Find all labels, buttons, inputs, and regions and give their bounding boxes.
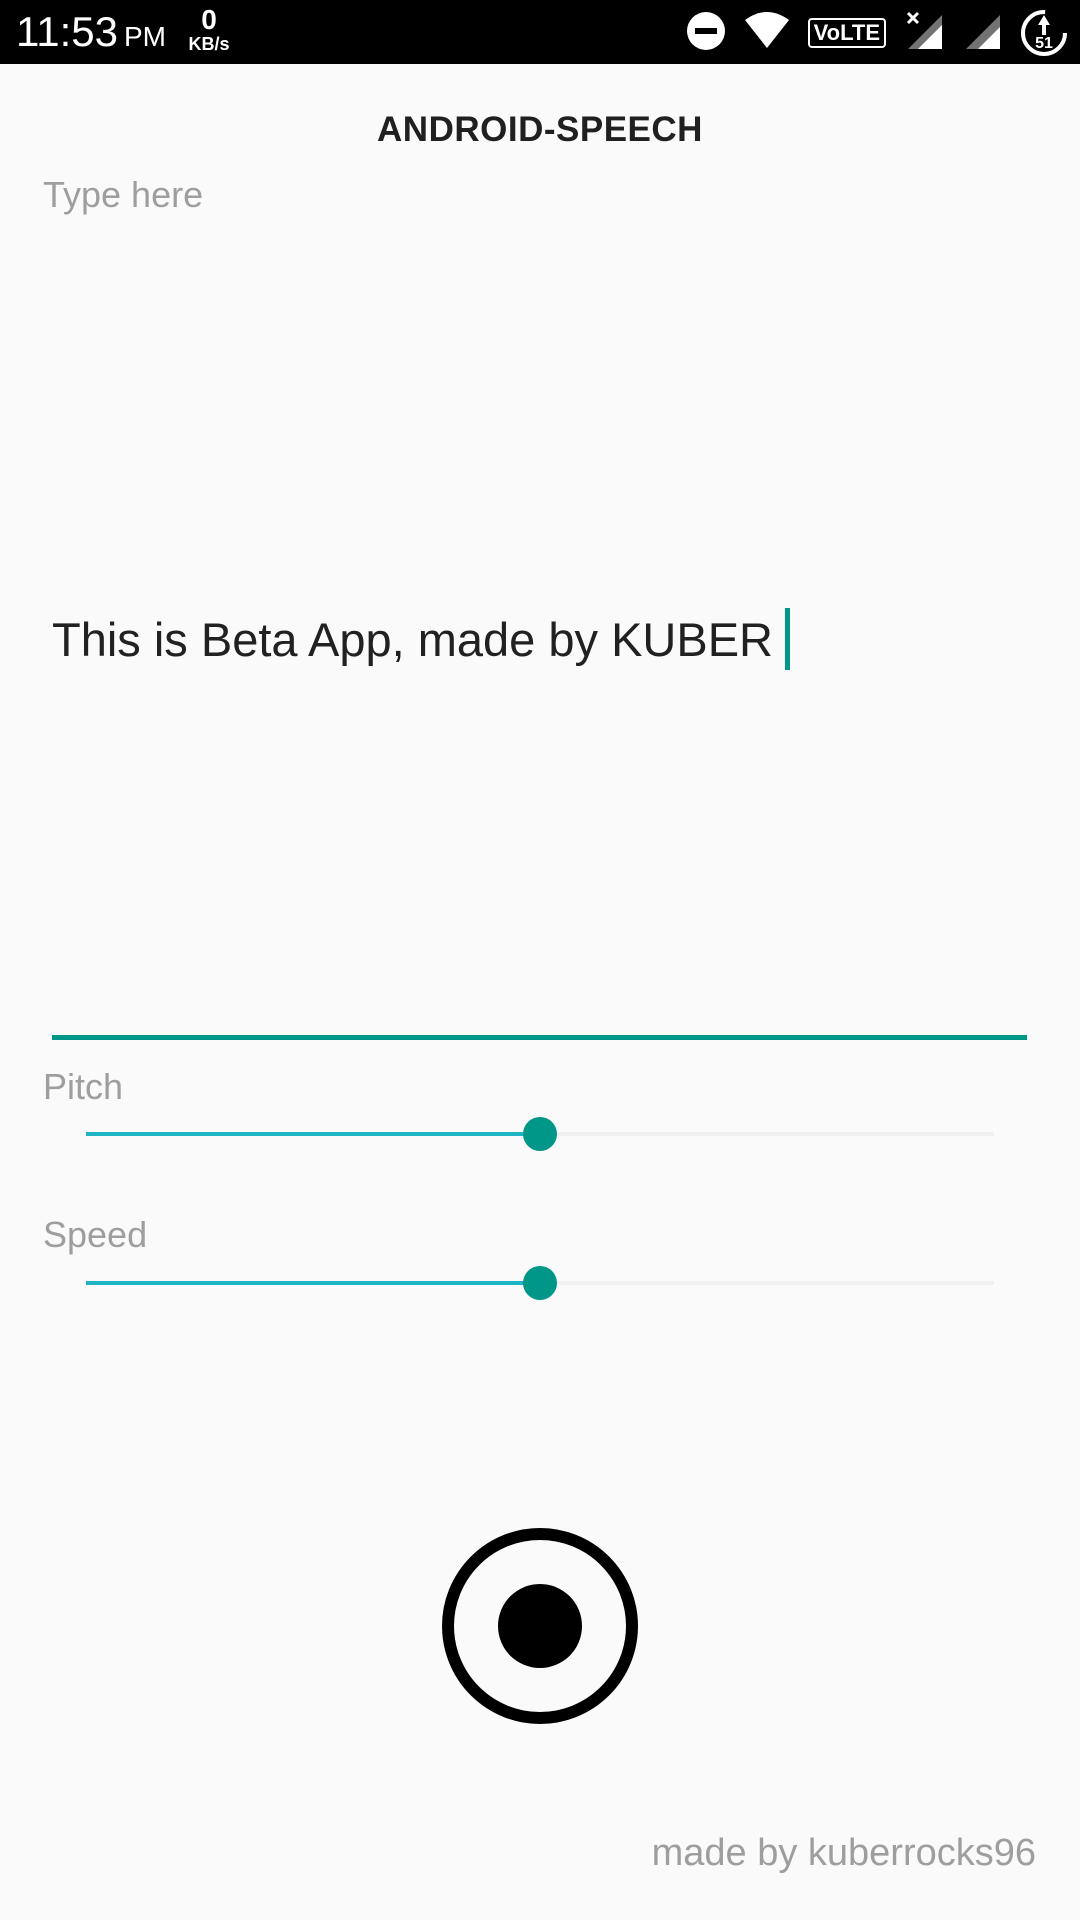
clock-time: 11:53 [16,8,118,55]
pitch-label: Pitch [43,1066,124,1107]
signal-icon [962,11,1002,56]
pitch-slider-fill [86,1132,540,1136]
clock: 11:53 PM [16,6,166,63]
status-icons: VoLTE 51 [686,6,1068,60]
pitch-slider[interactable] [86,1114,994,1154]
input-hint-label: Type here [43,174,204,215]
battery-level: 51 [1035,35,1053,52]
footer-credit: made by kuberrocks96 [651,1832,1036,1874]
text-caret [785,608,790,670]
speech-text-input[interactable]: This is Beta App, made by KUBER [52,220,1027,1040]
network-speed-unit: KB/s [188,34,230,54]
record-button[interactable] [442,1528,638,1724]
do-not-disturb-icon [686,11,726,56]
speed-label: Speed [43,1214,148,1255]
network-speed: 0 KB/s [184,4,234,55]
speed-slider[interactable] [86,1263,994,1303]
battery-charging-icon: 51 [1020,9,1068,57]
signal-no-data-icon [904,11,944,56]
input-underline [52,1035,1027,1040]
clock-ampm: PM [124,21,166,52]
record-icon [498,1584,582,1668]
status-bar: 11:53 PM 0 KB/s VoLTE 51 [0,0,1080,64]
speed-slider-fill [86,1281,540,1285]
network-speed-value: 0 [201,4,217,35]
volte-icon: VoLTE [807,18,886,48]
speech-text-content: This is Beta App, made by KUBER [52,613,773,666]
speed-slider-thumb[interactable] [523,1266,557,1300]
app-title: ANDROID-SPEECH [377,110,703,149]
wifi-icon [744,11,790,55]
pitch-slider-thumb[interactable] [523,1117,557,1151]
speech-text-value[interactable]: This is Beta App, made by KUBER [52,608,790,670]
